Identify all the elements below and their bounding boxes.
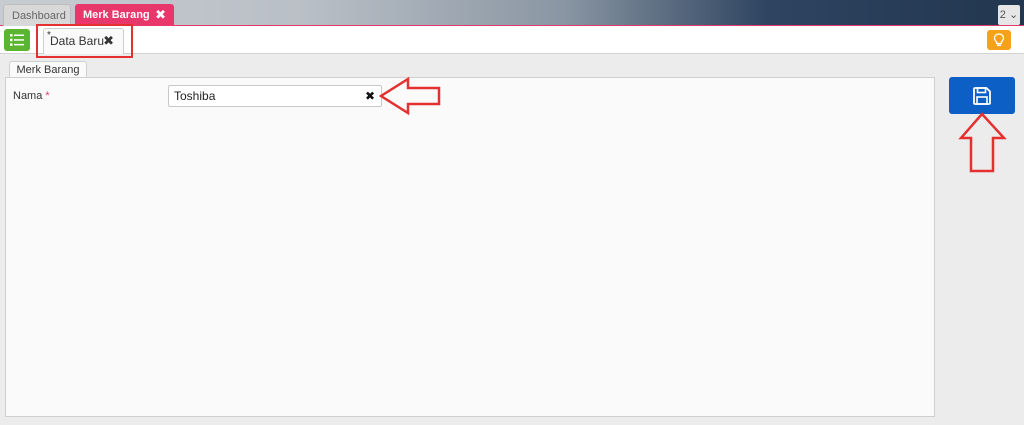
tab-count-dropdown[interactable]: 2 ⌄ — [998, 5, 1020, 25]
close-icon[interactable]: ✖ — [155, 4, 166, 26]
nama-label-text: Nama — [13, 90, 43, 102]
nama-input[interactable]: Toshiba ✖ — [168, 85, 382, 107]
toolbar: * Data Baru ✖ — [0, 26, 1024, 54]
tab-merk-barang[interactable]: Merk Barang ✖ — [75, 4, 174, 26]
required-mark: * — [45, 90, 50, 102]
annotation-highlight-box — [36, 24, 133, 58]
nama-input-value: Toshiba — [174, 89, 216, 103]
annotation-arrow-up — [958, 112, 1007, 173]
list-button[interactable] — [4, 29, 30, 51]
tab-dashboard[interactable]: Dashboard — [3, 4, 71, 26]
help-button[interactable] — [987, 30, 1011, 50]
panel-tab-merk-barang[interactable]: Merk Barang — [9, 61, 87, 78]
tab-merk-barang-label: Merk Barang — [83, 9, 150, 21]
floppy-disk-icon — [973, 87, 991, 105]
lightbulb-icon — [993, 33, 1005, 46]
list-icon — [10, 34, 24, 46]
form-panel — [5, 77, 935, 417]
clear-icon[interactable]: ✖ — [365, 86, 375, 106]
save-button[interactable] — [949, 77, 1015, 114]
nama-label: Nama * — [13, 90, 50, 102]
